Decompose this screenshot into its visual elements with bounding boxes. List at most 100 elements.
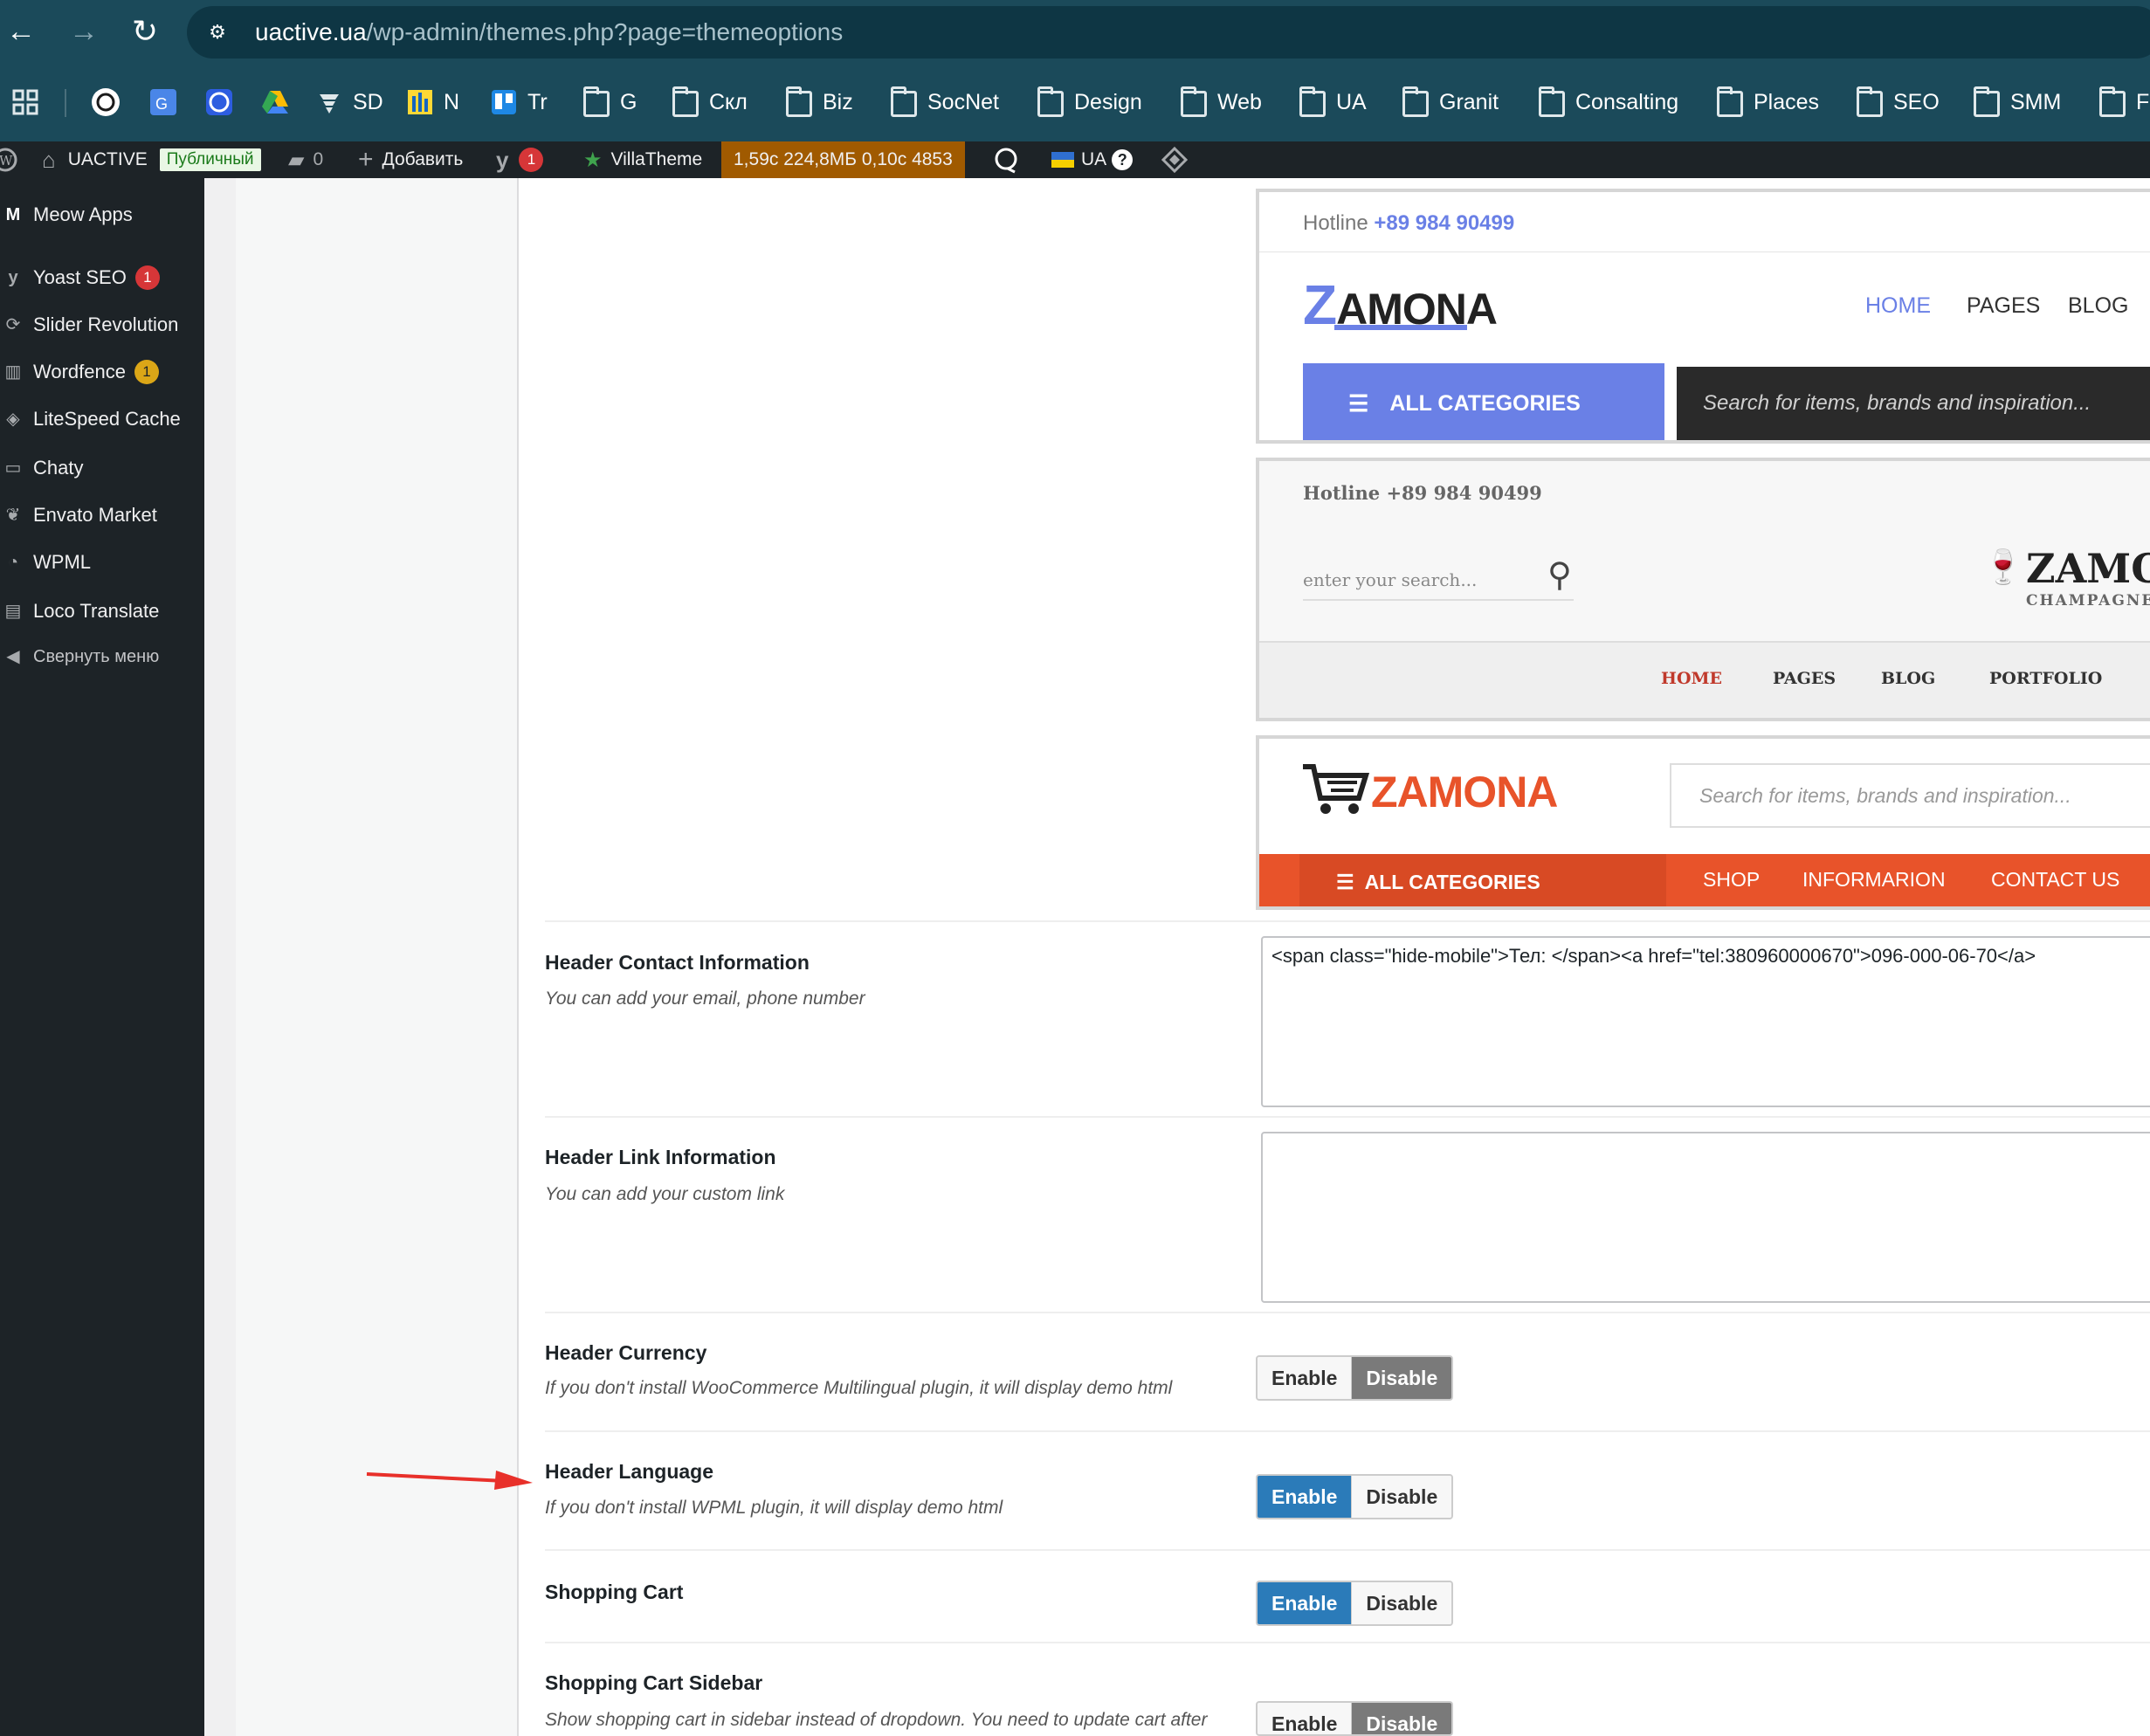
header-style-preview-2[interactable]: Hotline +89 984 90499 enter your search.… [1256,458,2150,721]
header-contact-textarea[interactable]: <span class="hide-mobile">Тел: </span><a… [1261,936,2150,1107]
row-divider [545,1430,2150,1432]
yoast-icon: y [8,268,18,287]
preview-menu-blog: BLOG [1881,669,1936,688]
n-bookmark-icon [407,89,433,115]
bookmark-label[interactable]: Consalting [1575,90,1678,115]
hotline-label: Hotline [1303,211,1368,235]
yoast-count-badge: 1 [519,148,544,172]
url-text[interactable]: uactive.ua/wp-admin/themes.php?page=them… [255,18,843,46]
enable-button[interactable]: Enable [1258,1476,1352,1518]
comments-count: 0 [313,149,324,169]
collapse-menu-button[interactable]: ◀ Свернуть меню [0,637,204,676]
bookmark-label[interactable]: SMM [2010,90,2061,115]
preview-logo: ZAMON [2026,545,2150,592]
folder-icon [2099,86,2126,117]
wp-admin-sidebar: M Meow Apps y Yoast SEO 1 ⟳ Slider Revol… [0,178,204,1736]
preview-search-placeholder: enter your search... [1303,569,1478,590]
enable-button[interactable]: Enable [1258,1357,1352,1399]
refresh-cache-icon[interactable] [992,141,1020,178]
disable-button[interactable]: Disable [1351,1357,1452,1399]
sidebar-item-meow-apps[interactable]: M Meow Apps [0,196,204,234]
bookmark-label[interactable]: Biz [823,90,853,115]
reload-icon[interactable]: ↻ [127,14,162,49]
folder-icon [1181,86,1207,117]
sidebar-item-chaty[interactable]: ▭ Chaty [0,449,204,487]
preview-menu-pages: PAGES [1967,293,2041,318]
preview-search: Search for items, brands and inspiration… [1677,367,2150,440]
all-categories-label: ALL CATEGORIES [1389,390,1581,416]
address-bar[interactable]: ⚙ uactive.ua/wp-admin/themes.php?page=th… [187,6,2150,59]
bookmark-label[interactable]: SocNet [927,90,999,115]
option-title-header-contact: Header Contact Information [545,951,810,974]
coinmarketcap-bookmark-icon[interactable] [204,87,234,117]
folder-icon [583,86,610,117]
bookmark-label[interactable]: Design [1074,90,1142,115]
header-link-textarea[interactable] [1261,1132,2150,1303]
header-style-preview-1[interactable]: Hotline +89 984 90499 ZAMONA HOME PAGES … [1256,189,2150,444]
enable-button[interactable]: Enable [1258,1703,1352,1734]
wordpress-logo-icon[interactable]: W [0,141,17,178]
bookmarks-divider [65,89,66,117]
query-monitor-stats[interactable]: 1,59с 224,8МБ 0,10с 4853 [721,141,965,178]
disable-button[interactable]: Disable [1351,1703,1452,1734]
bookmark-label[interactable]: F [2136,90,2149,115]
bookmark-label[interactable]: G [620,90,637,115]
sidebar-item-label: Свернуть меню [33,646,160,666]
folder-icon [786,86,812,117]
apps-grid-icon[interactable] [12,87,38,117]
diamond-plugin-icon[interactable] [1161,141,1188,178]
comments-link[interactable]: ▰ 0 [288,141,323,178]
list-icon: ☰ [1336,870,1354,893]
sidebar-item-slider-revolution[interactable]: ⟳ Slider Revolution [0,306,204,344]
yoast-link[interactable]: y 1 [496,141,544,178]
wp-admin-bar: W ⌂ UACTIVE Публичный ▰ 0 + Добавить y 1… [0,141,2150,178]
bookmark-label[interactable]: UA [1336,90,1367,115]
disable-button[interactable]: Disable [1351,1476,1452,1518]
disable-button[interactable]: Disable [1351,1582,1452,1624]
google-translate-bookmark-icon[interactable]: G [148,87,178,117]
enable-button[interactable]: Enable [1258,1582,1352,1624]
sidebar-item-label: Chaty [33,457,84,479]
logo-underline [1334,325,1467,330]
sidebar-item-yoast-seo[interactable]: y Yoast SEO 1 [0,258,204,297]
bookmark-label[interactable]: Places [1754,90,1819,115]
logo-z: Z [1303,273,1337,336]
bookmark-label[interactable]: N [444,90,459,115]
preview-menu-shop: SHOP [1703,868,1761,891]
option-title-header-link: Header Link Information [545,1146,776,1168]
back-arrow-icon[interactable]: ← [3,14,38,49]
folder-icon [1539,86,1565,117]
bookmark-label[interactable]: SD [353,90,383,115]
sidebar-item-wordfence[interactable]: ▥ Wordfence 1 [0,353,204,391]
option-desc-header-link: You can add your custom link [545,1184,785,1204]
bookmark-label[interactable]: Granit [1439,90,1499,115]
site-name-link[interactable]: ⌂ UACTIVE Публичный [42,141,261,178]
bookmark-label[interactable]: SEO [1893,90,1940,115]
header-style-preview-3[interactable]: ZAMONA Search for items, brands and insp… [1256,735,2150,910]
annotation-arrow-icon [366,1471,533,1490]
home-icon: ⌂ [42,146,56,173]
preview-menu-pages: PAGES [1773,669,1836,688]
preview-hotline: Hotline +89 984 90499 [1303,211,1514,236]
bookmark-label[interactable]: Web [1217,90,1262,115]
forward-arrow-icon[interactable]: → [66,14,101,49]
add-new-link[interactable]: + Добавить [358,141,463,178]
option-desc-header-contact: You can add your email, phone number [545,989,865,1009]
sidebar-item-label: Slider Revolution [33,313,179,335]
language-switcher[interactable]: UA ? [1051,141,1134,178]
options-tab-panel [236,178,519,1736]
sidebar-item-wpml[interactable]: ◔ WPML [0,543,204,582]
sidebar-item-litespeed-cache[interactable]: ◈ LiteSpeed Cache [0,400,204,438]
preview-logo-subtitle: CHAMPAGNE PA [2026,592,2150,610]
bookmark-label[interactable]: Tr [527,90,548,115]
header-currency-toggle: Enable Disable [1256,1355,1454,1401]
loco-translate-icon: ▤ [4,602,22,621]
chatgpt-bookmark-icon[interactable] [91,87,121,117]
row-divider [545,1549,2150,1551]
sidebar-item-envato-market[interactable]: ❦ Envato Market [0,496,204,534]
google-drive-bookmark-icon[interactable] [260,87,290,117]
sidebar-item-loco-translate[interactable]: ▤ Loco Translate [0,592,204,630]
bookmark-label[interactable]: Скл [709,90,748,115]
villatheme-link[interactable]: ★ VillaTheme [583,141,702,178]
site-info-icon[interactable]: ⚙ [204,19,231,45]
